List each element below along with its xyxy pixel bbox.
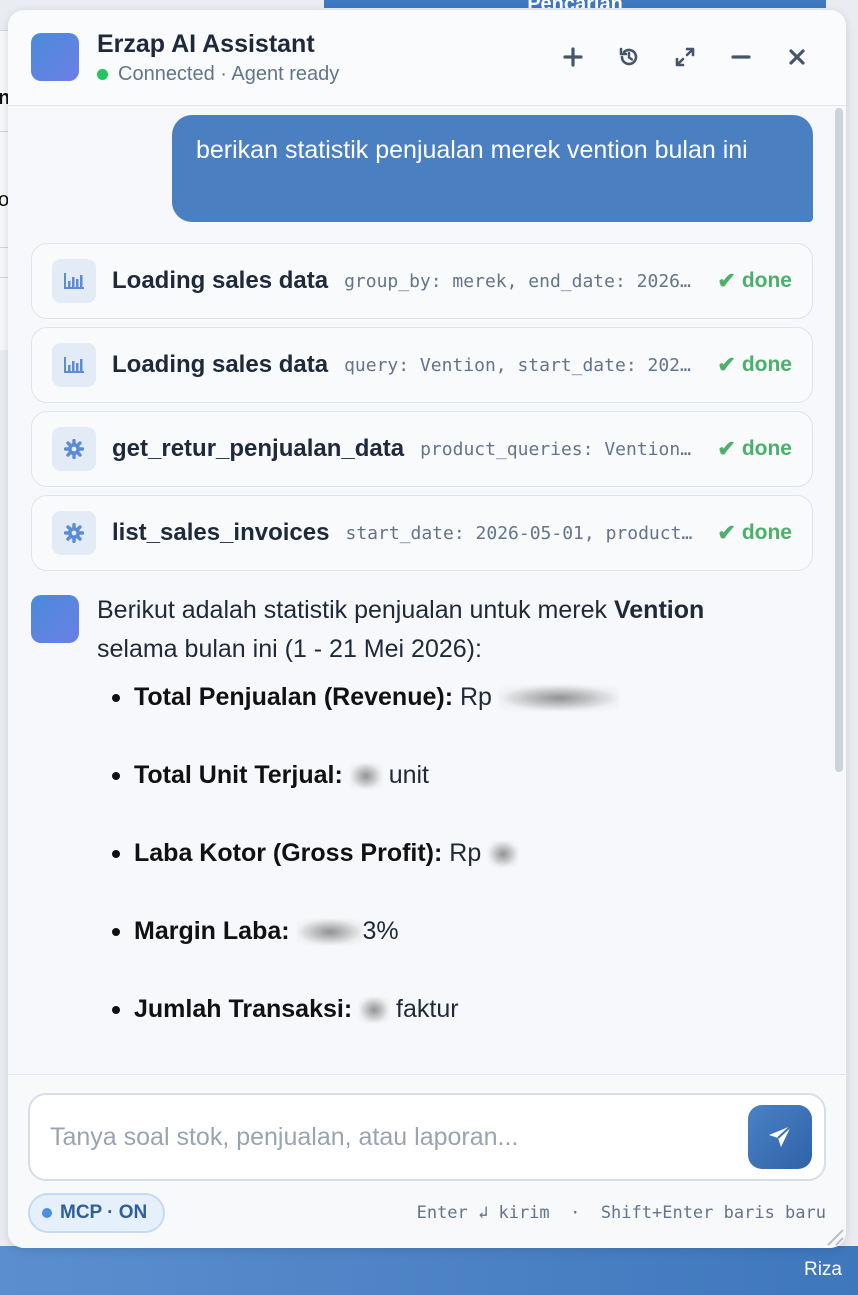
send-icon: [769, 1125, 792, 1147]
background-bottombar: [0, 1246, 858, 1295]
stats-list: Total Penjualan (Revenue): Rp Total Unit…: [112, 679, 792, 1069]
stat-label: Laba Kotor (Gross Profit):: [134, 839, 443, 867]
status-text: Connected · Agent ready: [118, 63, 340, 85]
gear-icon: [64, 523, 84, 543]
background-user-name[interactable]: Riza: [804, 1259, 842, 1281]
keyboard-hint: Enter ↲ kirim · Shift+Enter baris baru: [416, 1203, 826, 1223]
list-item: Laba Kotor (Gross Profit): Rp: [112, 835, 792, 913]
tool-args: product_queries: Vention, start_date: 20…: [420, 438, 701, 460]
tool-icon: [52, 259, 96, 303]
expand-icon: [675, 47, 695, 67]
chat-panel: Erzap AI Assistant Connected · Agent rea…: [8, 10, 846, 1248]
tool-call-card[interactable]: list_sales_invoices start_date: 2026-05-…: [31, 495, 813, 571]
tool-call-card[interactable]: Loading sales data group_by: merek, end_…: [31, 243, 813, 319]
send-button[interactable]: [748, 1105, 812, 1169]
assistant-intro: Berikut adalah statistik penjualan untuk…: [97, 596, 614, 624]
stat-suffix: faktur: [389, 995, 459, 1023]
chart-icon: [64, 357, 84, 373]
tool-args: group_by: merek, end_date: 2026-05-21, s…: [344, 270, 702, 292]
expand-button[interactable]: [670, 42, 700, 72]
redacted-value: [488, 841, 519, 868]
assistant-message: Berikut adalah statistik penjualan untuk…: [97, 591, 787, 669]
tool-status: ✔ done: [717, 352, 792, 378]
redacted-value: [296, 919, 363, 946]
stat-label: Total Penjualan (Revenue):: [134, 683, 454, 711]
tool-icon: [52, 343, 96, 387]
mcp-dot: [42, 1208, 52, 1218]
message-input-box[interactable]: [28, 1093, 826, 1181]
gear-icon: [64, 439, 84, 459]
stat-label: Margin Laba:: [134, 917, 290, 945]
assistant-intro-tail: selama bulan ini (1 - 21 Mei 2026):: [97, 635, 482, 663]
redacted-value: [359, 997, 390, 1024]
stat-label: Total Unit Terjual:: [134, 761, 343, 789]
tool-icon: [52, 511, 96, 555]
stat-prefix: Rp: [449, 839, 489, 867]
mcp-label: MCP · ON: [60, 1202, 148, 1223]
check-icon: ✔: [717, 436, 736, 461]
tool-status-label: done: [741, 437, 792, 460]
tool-name: get_retur_penjualan_data: [112, 435, 405, 462]
redacted-value: [498, 685, 619, 712]
chart-icon: [64, 273, 84, 289]
composer: MCP · ON Enter ↲ kirim · Shift+Enter bar…: [8, 1074, 846, 1248]
resize-grip-icon[interactable]: [822, 1224, 844, 1246]
message-input[interactable]: [50, 1117, 740, 1157]
brand-name: Vention: [613, 596, 705, 624]
history-icon: [619, 47, 638, 66]
background-topbar: Pencarian: [324, 0, 826, 8]
tool-status-label: done: [741, 521, 792, 544]
close-icon: [789, 49, 805, 65]
check-icon: ✔: [717, 520, 736, 545]
plus-icon: [563, 47, 583, 67]
scrollbar[interactable]: [835, 108, 843, 772]
message-list[interactable]: berikan statistik penjualan merek ventio…: [8, 107, 846, 1073]
chat-title: Erzap AI Assistant: [97, 30, 315, 58]
tool-name: Loading sales data: [112, 351, 329, 378]
connection-status: Connected · Agent ready: [97, 63, 339, 86]
background-topbar-label: Pencarian: [527, 0, 623, 8]
list-item: Total Penjualan (Revenue): Rp: [112, 679, 792, 757]
minimize-button[interactable]: [726, 42, 756, 72]
tool-name: Loading sales data: [112, 267, 329, 294]
tool-call-card[interactable]: get_retur_penjualan_data product_queries…: [31, 411, 813, 487]
list-item: Total Unit Terjual: unit: [112, 757, 792, 835]
stat-suffix: unit: [381, 761, 430, 789]
list-item: Margin Laba: 3%: [112, 913, 792, 991]
stat-prefix: Rp: [459, 683, 499, 711]
check-icon: ✔: [717, 352, 736, 377]
list-item: Jumlah Transaksi: faktur: [112, 991, 792, 1069]
new-chat-button[interactable]: [558, 42, 588, 72]
close-button[interactable]: [782, 42, 812, 72]
mcp-status-badge[interactable]: MCP · ON: [28, 1193, 166, 1233]
tool-args: start_date: 2026-05-01, product_query: V…: [345, 522, 701, 544]
tool-status: ✔ done: [717, 520, 792, 546]
assistant-avatar: [31, 33, 79, 81]
tool-status-label: done: [741, 353, 792, 376]
tool-status: ✔ done: [717, 436, 792, 462]
tool-icon: [52, 427, 96, 471]
user-message: berikan statistik penjualan merek ventio…: [172, 115, 813, 222]
check-icon: ✔: [717, 268, 736, 293]
assistant-avatar: [31, 595, 79, 643]
tool-status: ✔ done: [717, 268, 792, 294]
tool-name: list_sales_invoices: [112, 519, 330, 546]
tool-status-label: done: [741, 269, 792, 292]
status-dot: [97, 69, 108, 80]
chat-header: Erzap AI Assistant Connected · Agent rea…: [8, 10, 846, 106]
tool-args: query: Vention, start_date: 2026-05-01, …: [344, 354, 702, 376]
stat-label: Jumlah Transaksi:: [134, 995, 353, 1023]
history-button[interactable]: [614, 42, 644, 72]
redacted-value: [349, 763, 382, 790]
minus-icon: [731, 55, 751, 59]
tool-call-card[interactable]: Loading sales data query: Vention, start…: [31, 327, 813, 403]
stat-suffix: 3%: [362, 917, 399, 945]
